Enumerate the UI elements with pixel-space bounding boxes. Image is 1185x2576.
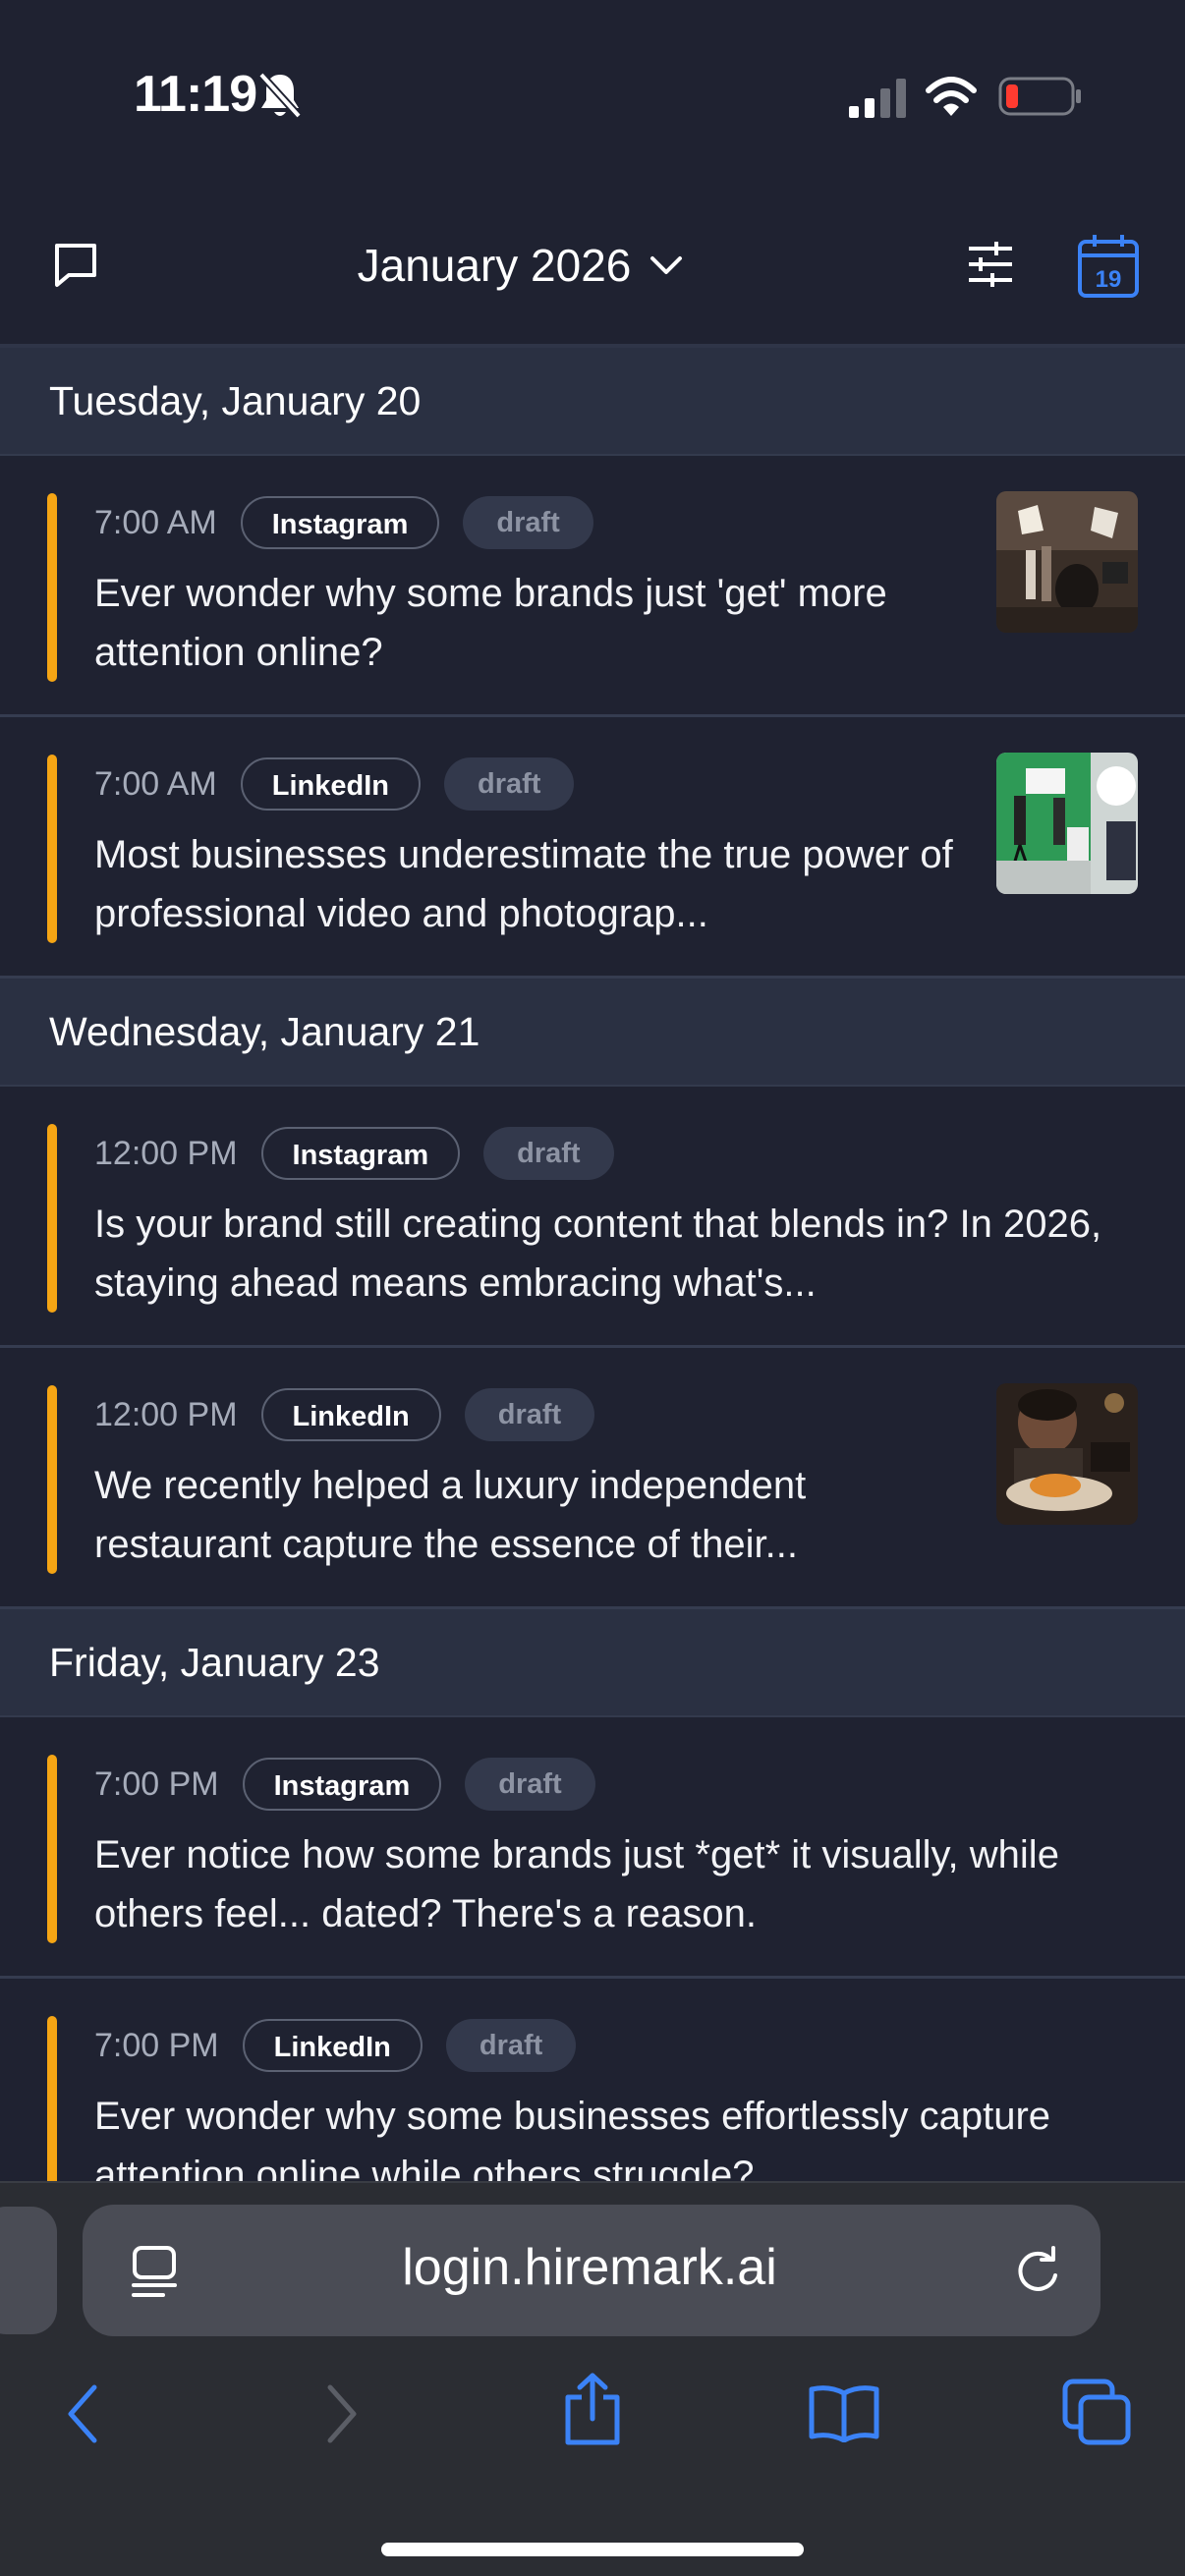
post-meta: 7:00 PM LinkedIn draft xyxy=(94,2016,577,2075)
post-text: Most businesses underestimate the true p… xyxy=(94,833,953,935)
post-meta: 12:00 PM LinkedIn draft xyxy=(94,1385,595,1444)
post-text: Ever wonder why some businesses effortle… xyxy=(94,2095,1051,2181)
cellular-signal-icon xyxy=(849,79,906,118)
filter-sliders-icon[interactable] xyxy=(967,240,1014,289)
post-time: 7:00 PM xyxy=(94,2026,219,2064)
post-card[interactable]: 7:00 AM Instagram draft Ever wonder why … xyxy=(0,456,1185,717)
post-meta: 7:00 AM Instagram draft xyxy=(94,493,593,552)
share-icon[interactable] xyxy=(560,2372,625,2446)
forward-icon[interactable] xyxy=(322,2381,362,2446)
post-card[interactable]: 12:00 PM LinkedIn draft We recently help… xyxy=(0,1348,1185,1609)
platform-badge: LinkedIn xyxy=(260,1388,441,1441)
month-selector[interactable]: January 2026 xyxy=(324,234,717,297)
status-bar: 11:19 xyxy=(0,0,1185,187)
platform-badge: Instagram xyxy=(260,1127,461,1180)
svg-text:19: 19 xyxy=(1096,266,1122,293)
platform-badge: LinkedIn xyxy=(242,2019,423,2072)
calendar-icon[interactable]: 19 xyxy=(1077,232,1140,299)
post-thumbnail xyxy=(996,753,1138,894)
tabs-icon[interactable] xyxy=(1061,2378,1132,2446)
reader-icon[interactable] xyxy=(130,2244,179,2299)
browser-divider xyxy=(0,2181,1185,2183)
bell-slash-icon xyxy=(258,72,302,119)
post-accent-bar xyxy=(47,1124,57,1313)
day-header: Wednesday, January 21 xyxy=(0,979,1185,1087)
platform-badge: Instagram xyxy=(242,1758,442,1811)
post-text: Is your brand still creating content tha… xyxy=(94,1203,1102,1305)
post-thumbnail xyxy=(996,491,1138,633)
home-indicator[interactable] xyxy=(381,2543,804,2556)
post-card[interactable]: 7:00 PM Instagram draft Ever notice how … xyxy=(0,1717,1185,1979)
post-meta: 7:00 AM LinkedIn draft xyxy=(94,755,575,813)
post-meta: 7:00 PM Instagram draft xyxy=(94,1755,595,1814)
post-time: 7:00 AM xyxy=(94,764,217,803)
post-card[interactable]: 12:00 PM Instagram draft Is your brand s… xyxy=(0,1087,1185,1348)
previous-tab-preview[interactable] xyxy=(0,2207,57,2334)
post-meta: 12:00 PM Instagram draft xyxy=(94,1124,614,1183)
url-text[interactable]: login.hiremark.ai xyxy=(246,2238,933,2297)
post-accent-bar xyxy=(47,755,57,943)
post-card[interactable]: 7:00 PM LinkedIn draft Ever wonder why s… xyxy=(0,1979,1185,2181)
post-card[interactable]: 7:00 AM LinkedIn draft Most businesses u… xyxy=(0,717,1185,979)
post-text: We recently helped a luxury independent … xyxy=(94,1464,807,1566)
bookmarks-icon[interactable] xyxy=(808,2383,880,2442)
post-thumbnail xyxy=(996,1383,1138,1525)
platform-badge: Instagram xyxy=(240,496,440,549)
status-time: 11:19 xyxy=(134,66,257,123)
post-time: 7:00 PM xyxy=(94,1764,219,1803)
status-badge: draft xyxy=(464,1388,595,1441)
post-feed: Tuesday, January 20 7:00 AM Instagram dr… xyxy=(0,348,1185,2181)
post-time: 12:00 PM xyxy=(94,1395,238,1433)
post-accent-bar xyxy=(47,493,57,682)
post-accent-bar xyxy=(47,1755,57,1943)
post-accent-bar xyxy=(47,2016,57,2181)
post-text: Ever wonder why some brands just 'get' m… xyxy=(94,572,887,674)
status-badge: draft xyxy=(463,496,593,549)
reload-icon[interactable] xyxy=(1012,2246,1063,2297)
back-icon[interactable] xyxy=(63,2381,102,2446)
status-badge: draft xyxy=(445,2019,577,2072)
wifi-icon xyxy=(926,77,977,116)
day-header: Friday, January 23 xyxy=(0,1609,1185,1717)
post-accent-bar xyxy=(47,1385,57,1574)
battery-low-icon xyxy=(998,77,1081,116)
day-header: Tuesday, January 20 xyxy=(0,348,1185,456)
post-time: 7:00 AM xyxy=(94,503,217,541)
platform-badge: LinkedIn xyxy=(240,757,421,811)
chat-icon[interactable] xyxy=(51,240,100,289)
status-badge: draft xyxy=(483,1127,614,1180)
chevron-down-icon xyxy=(650,256,683,274)
post-time: 12:00 PM xyxy=(94,1134,238,1172)
status-badge: draft xyxy=(465,1758,595,1811)
status-badge: draft xyxy=(443,757,575,811)
post-text: Ever notice how some brands just *get* i… xyxy=(94,1833,1059,1935)
month-title: January 2026 xyxy=(357,240,632,291)
